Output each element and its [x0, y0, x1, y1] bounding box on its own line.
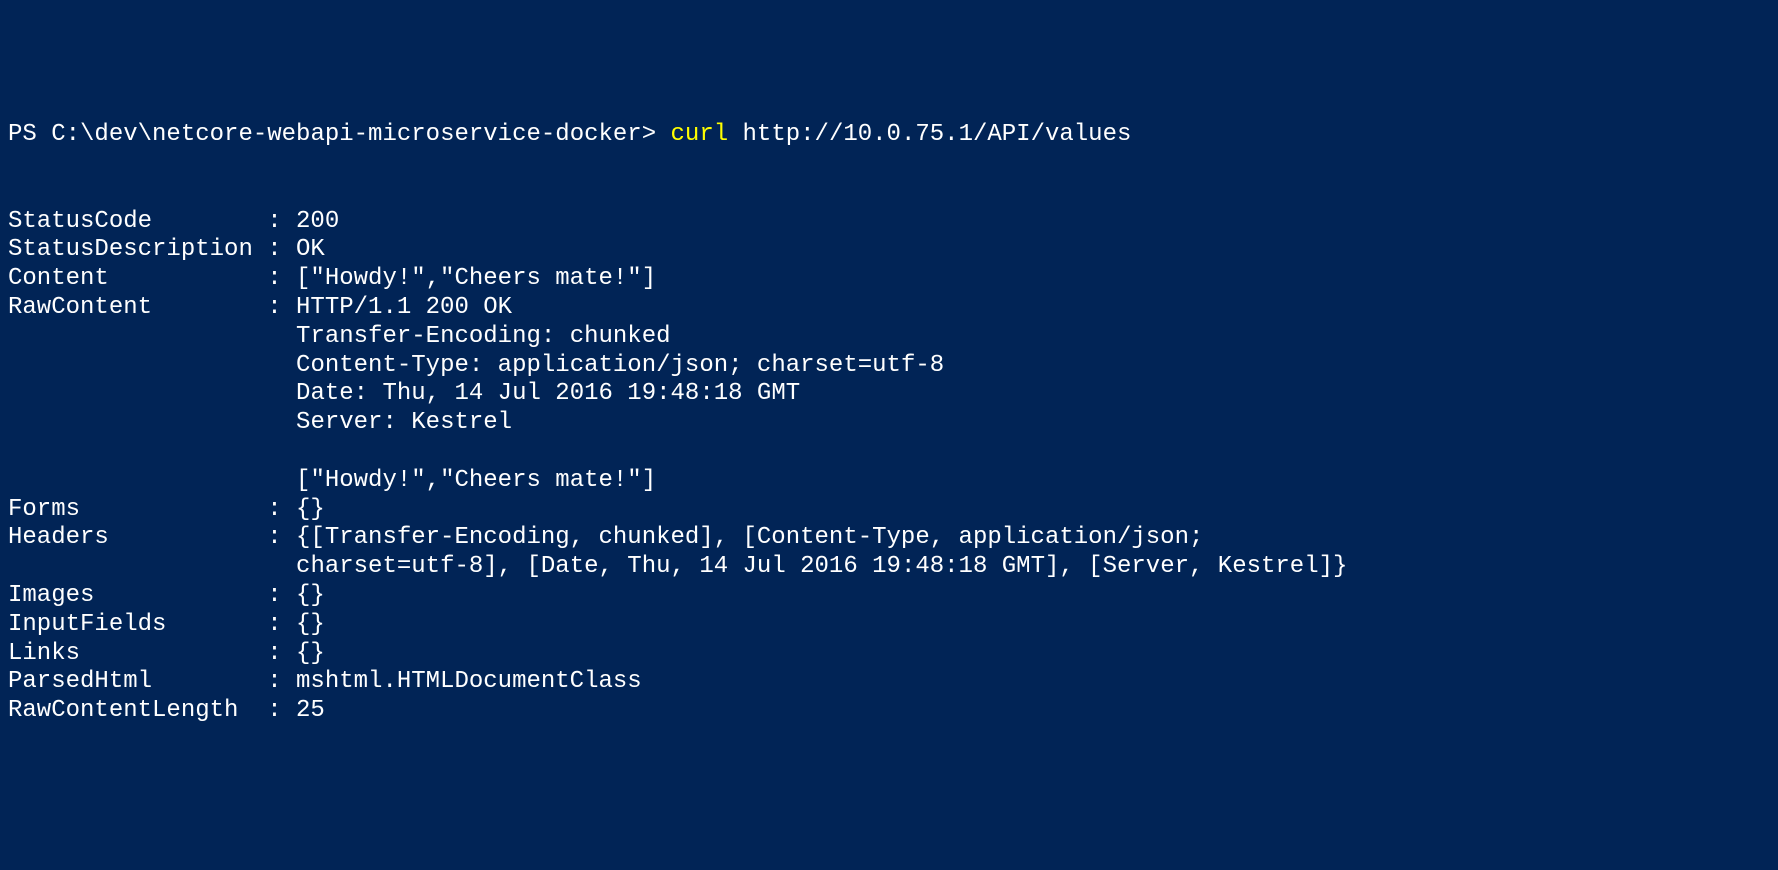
command-output: StatusCode: 200StatusDescription: OKCont… [8, 208, 1770, 726]
row-status-code: StatusCode: 200 [8, 208, 1770, 237]
row-images: Images: {} [8, 582, 1770, 611]
row-links: Links: {} [8, 640, 1770, 669]
row-raw-content-line: Server: Kestrel [8, 409, 1770, 438]
row-raw-content-line [8, 438, 1770, 467]
row-raw-content: RawContent: HTTP/1.1 200 OK [8, 294, 1770, 323]
row-raw-content-line: Date: Thu, 14 Jul 2016 19:48:18 GMT [8, 380, 1770, 409]
row-parsed-html: ParsedHtml: mshtml.HTMLDocumentClass [8, 668, 1770, 697]
row-raw-content-line: Content-Type: application/json; charset=… [8, 352, 1770, 381]
row-raw-content-line: Transfer-Encoding: chunked [8, 323, 1770, 352]
prompt-prefix: PS C:\dev\netcore-webapi-microservice-do… [8, 121, 671, 148]
command-name: curl [671, 121, 729, 148]
row-forms: Forms: {} [8, 496, 1770, 525]
row-raw-content-length: RawContentLength: 25 [8, 697, 1770, 726]
row-status-description: StatusDescription: OK [8, 236, 1770, 265]
command-url: http://10.0.75.1/API/values [728, 121, 1131, 148]
row-headers-line2: charset=utf-8], [Date, Thu, 14 Jul 2016 … [8, 553, 1770, 582]
command-prompt-line[interactable]: PS C:\dev\netcore-webapi-microservice-do… [8, 121, 1770, 150]
row-input-fields: InputFields: {} [8, 611, 1770, 640]
row-raw-content-line: ["Howdy!","Cheers mate!"] [8, 467, 1770, 496]
row-content: Content: ["Howdy!","Cheers mate!"] [8, 265, 1770, 294]
row-headers: Headers: {[Transfer-Encoding, chunked], … [8, 524, 1770, 553]
